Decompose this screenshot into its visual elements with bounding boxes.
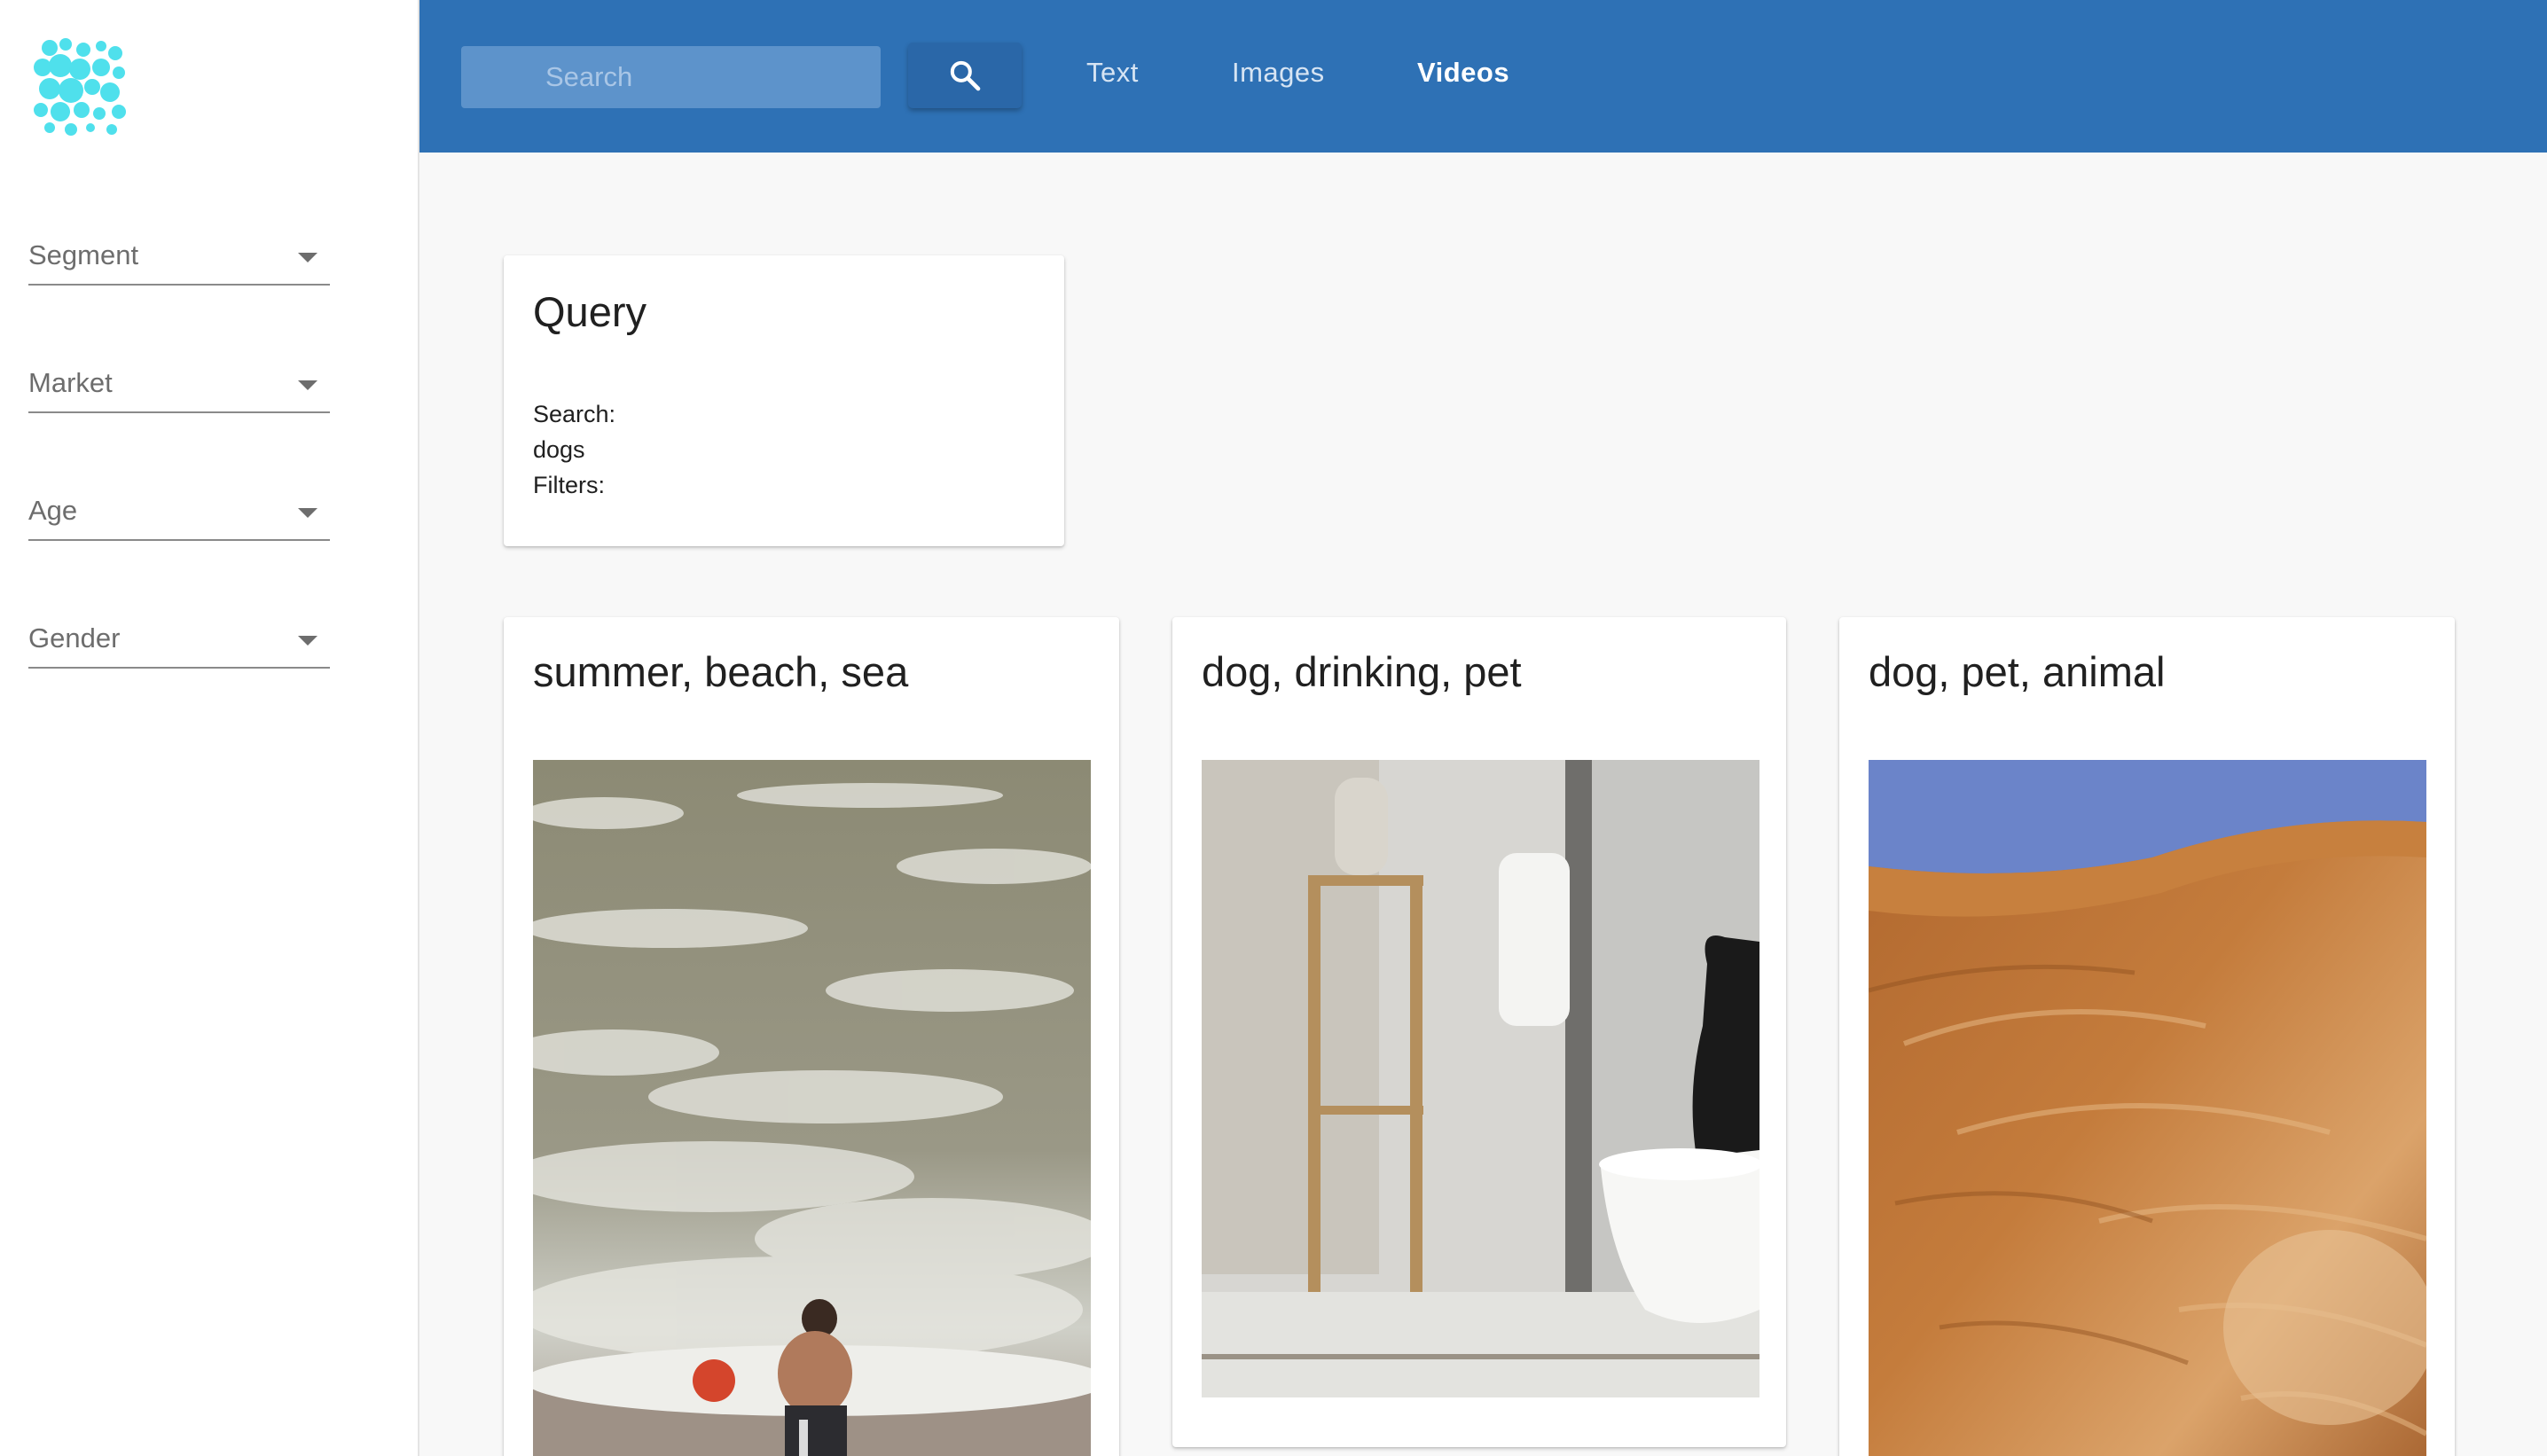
age-select-label: Age (28, 495, 78, 526)
dropdown-arrow-icon (298, 253, 317, 262)
top-app-bar: Text Images Videos (419, 0, 2547, 153)
dropdown-arrow-icon (298, 380, 317, 390)
query-filters-label: Filters: (533, 472, 605, 498)
query-search-value: dogs (533, 436, 585, 463)
gender-select[interactable]: Gender (28, 615, 330, 669)
result-card-title: dog, drinking, pet (1202, 648, 1522, 695)
video-thumbnail[interactable] (1202, 760, 1759, 1397)
search-input[interactable] (461, 46, 881, 108)
result-card[interactable]: summer, beach, sea (504, 617, 1119, 1456)
segment-select[interactable]: Segment (28, 232, 330, 286)
age-select[interactable]: Age (28, 488, 330, 541)
result-card-title: summer, beach, sea (533, 648, 909, 695)
tab-images[interactable]: Images (1232, 57, 1325, 89)
search-icon (950, 60, 981, 91)
tab-text[interactable]: Text (1086, 57, 1139, 89)
result-card[interactable]: dog, drinking, pet (1172, 617, 1786, 1447)
search-button[interactable] (908, 43, 1022, 108)
market-select[interactable]: Market (28, 360, 330, 413)
result-card[interactable]: dog, pet, animal (1839, 617, 2455, 1456)
sidebar: Segment Market Age Gender (0, 0, 419, 1456)
segment-select-label: Segment (28, 239, 139, 270)
dropdown-arrow-icon (298, 508, 317, 518)
market-select-label: Market (28, 367, 113, 398)
query-card-title: Query (533, 288, 647, 335)
tab-videos[interactable]: Videos (1417, 57, 1509, 89)
result-card-title: dog, pet, animal (1869, 648, 2166, 695)
query-card: Query Search: dogs Filters: (504, 255, 1064, 546)
dropdown-arrow-icon (298, 636, 317, 646)
query-search-label: Search: (533, 401, 616, 427)
gender-select-label: Gender (28, 622, 121, 654)
video-thumbnail[interactable] (533, 760, 1091, 1456)
blob-logo-icon[interactable] (30, 35, 129, 138)
video-thumbnail[interactable] (1869, 760, 2426, 1456)
